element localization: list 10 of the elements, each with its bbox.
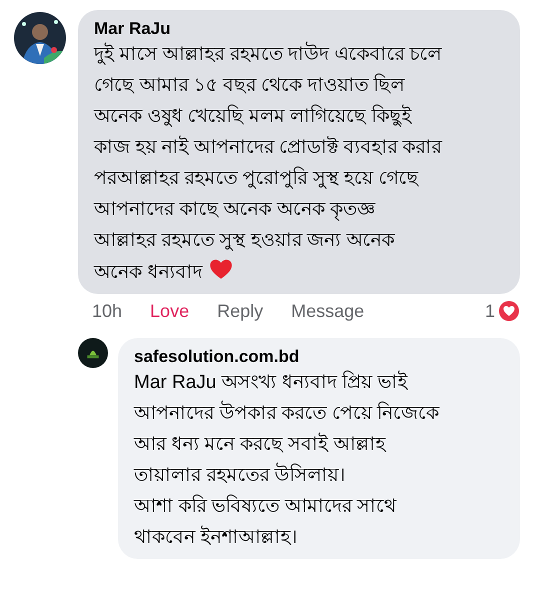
- reply-link[interactable]: Reply: [217, 300, 264, 322]
- timestamp: 10h: [92, 300, 122, 322]
- heart-reaction-icon: [498, 300, 520, 322]
- comment-text: দুই মাসে আল্লাহর রহমতে দাউদ একেবারে চলে গেছে আমার ১৫ বছর থেকে দাওয়াত ছিল অনেক ওষুধ খেয়েছি মলম লাগিয়েছে কিছুই কাজ হয় নাই আপনাদের প্রোডাক্ট ব্যবহার করার পরআল্লাহর রহমতে পুরোপুরি সুস্থ হয়ে গেছে আপনাদের কাছে অনেক অনেক কৃতজ্ঞ আল্লাহর রহমতে সুস্থ হওয়ার জন্য অনেক অনেক ধন্যবাদ: [94, 39, 506, 288]
- author-name[interactable]: safesolution.com.bd: [134, 347, 506, 367]
- love-link[interactable]: Love: [150, 300, 190, 322]
- reaction-count: 1: [484, 300, 495, 322]
- message-link[interactable]: Message: [291, 300, 364, 322]
- author-name[interactable]: Mar RaJu: [94, 19, 506, 39]
- comment-text: Mar RaJu অসংখ্য ধন্যবাদ প্রিয় ভাই আপনাদের উপকার করতে পেয়ে নিজেকে আর ধন্য মনে করছে সবাই আল্লাহ তায়ালার রহমতের উসিলায়। আশা করি ভবিষ্যতে আমাদের সাথে থাকবেন ইনশাআল্লাহ।: [134, 370, 440, 550]
